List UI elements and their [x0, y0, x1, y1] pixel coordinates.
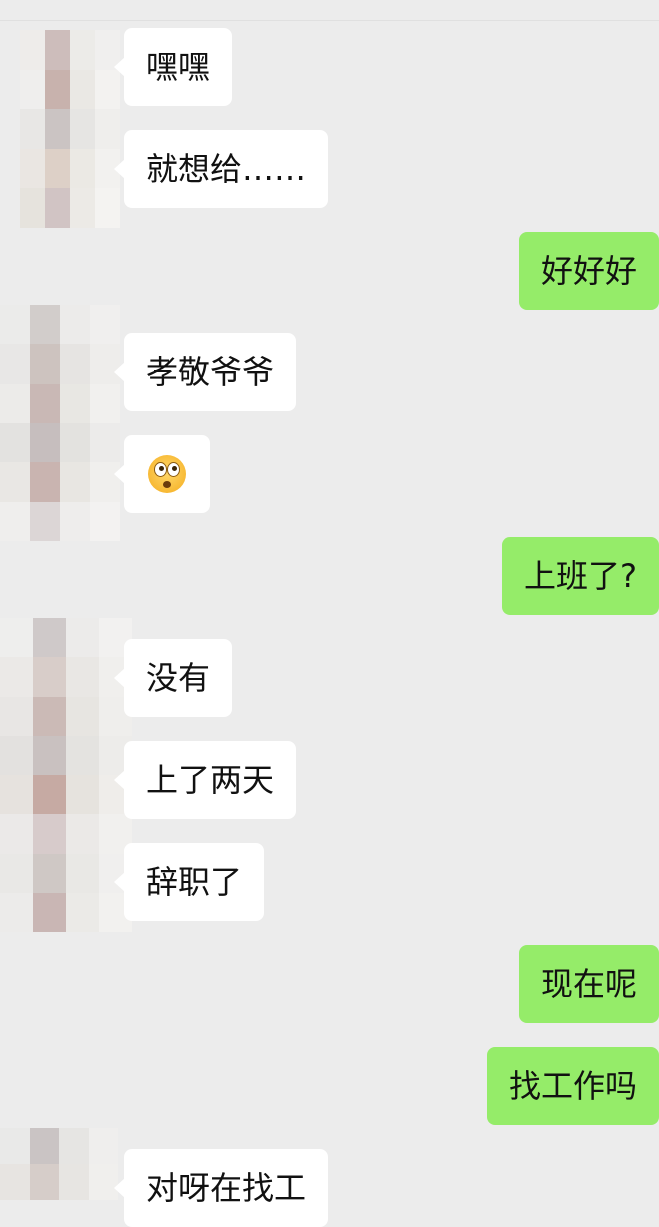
- outgoing-message-bubble[interactable]: 好好好: [518, 232, 659, 310]
- flushed-face-emoji: [148, 455, 186, 493]
- incoming-emoji-bubble[interactable]: [114, 435, 210, 513]
- outgoing-message-bubble[interactable]: 找工作吗: [486, 1047, 659, 1125]
- contact-avatar[interactable]: [0, 305, 120, 541]
- contact-avatar[interactable]: [20, 30, 120, 228]
- incoming-message-bubble[interactable]: 就想给……: [113, 130, 329, 208]
- incoming-message-bubble[interactable]: 对呀在找工: [113, 1149, 329, 1227]
- outgoing-message-bubble[interactable]: 现在呢: [518, 945, 659, 1023]
- outgoing-message-bubble[interactable]: 上班了?: [502, 537, 659, 615]
- incoming-message-bubble[interactable]: 没有: [113, 639, 233, 717]
- incoming-message-bubble[interactable]: 孝敬爷爷: [113, 333, 297, 411]
- incoming-message-bubble[interactable]: 辞职了: [113, 843, 265, 921]
- incoming-message-bubble[interactable]: 嘿嘿: [113, 28, 233, 106]
- contact-avatar[interactable]: [0, 1128, 118, 1200]
- contact-avatar[interactable]: [0, 618, 132, 932]
- incoming-message-bubble[interactable]: 上了两天: [113, 741, 297, 819]
- top-divider: [0, 20, 659, 21]
